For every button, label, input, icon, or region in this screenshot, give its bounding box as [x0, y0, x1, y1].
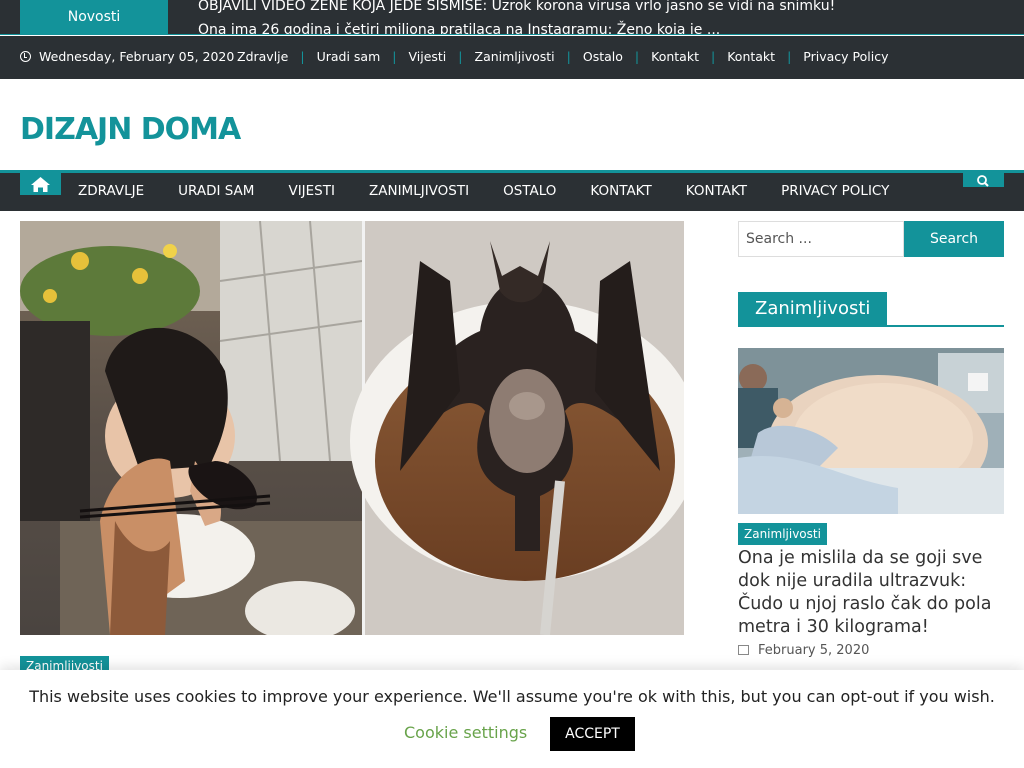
featured-post-image[interactable]: [20, 221, 684, 635]
nav-item-vijesti[interactable]: VIJESTI: [288, 183, 335, 199]
clock-icon: [20, 51, 31, 62]
current-date: Wednesday, February 05, 2020: [20, 49, 234, 64]
sidebar-post-date-text: February 5, 2020: [758, 643, 870, 658]
top-nav-vijesti[interactable]: Vijesti: [408, 49, 446, 64]
top-nav-kontakt-2[interactable]: Kontakt: [727, 49, 775, 64]
nav-search-button[interactable]: [963, 173, 1004, 187]
cookie-settings-link[interactable]: Cookie settings: [404, 723, 527, 742]
nav-item-zanimljivosti[interactable]: ZANIMLJIVOSTI: [369, 183, 469, 199]
sidebar-post-image[interactable]: [738, 348, 1004, 514]
top-nav-ostalo[interactable]: Ostalo: [583, 49, 623, 64]
ticker-headline-1[interactable]: OBJAVILI VIDEO ŽENE KOJA JEDE SISMISE: U…: [198, 0, 835, 14]
top-nav-zanimljivosti[interactable]: Zanimljivosti: [475, 49, 555, 64]
site-title[interactable]: DIZAJN DOMA: [20, 112, 241, 147]
nav-item-kontakt[interactable]: KONTAKT: [590, 183, 651, 199]
cookie-accept-button[interactable]: ACCEPT: [550, 717, 635, 751]
top-bar: Wednesday, February 05, 2020 Zdravlje | U…: [0, 36, 1024, 79]
sidebar-post-title[interactable]: Ona je mislila da se goji sve dok nije u…: [738, 547, 1004, 639]
top-nav-separator: |: [458, 49, 463, 64]
home-button[interactable]: [20, 173, 61, 195]
main-nav-items: ZDRAVLJE URADI SAM VIJESTI ZANIMLJIVOSTI…: [78, 183, 923, 199]
top-nav-separator: |: [566, 49, 571, 64]
sidebar-post-date: February 5, 2020: [738, 643, 869, 658]
top-nav-kontakt[interactable]: Kontakt: [651, 49, 699, 64]
nav-item-privacy-policy[interactable]: PRIVACY POLICY: [781, 183, 889, 199]
cookie-message: This website uses cookies to improve you…: [29, 687, 995, 706]
top-nav: Zdravlje | Uradi sam | Vijesti | Zanimljivo…: [237, 49, 888, 64]
search-input[interactable]: [738, 221, 904, 257]
ticker-divider: [0, 34, 1024, 35]
top-nav-privacy-policy[interactable]: Privacy Policy: [803, 49, 888, 64]
main-nav: ZDRAVLJE URADI SAM VIJESTI ZANIMLJIVOSTI…: [0, 173, 1024, 211]
cookie-banner: This website uses cookies to improve you…: [0, 670, 1024, 768]
sidebar-post-category[interactable]: Zanimljivosti: [738, 523, 827, 545]
nav-item-ostalo[interactable]: OSTALO: [503, 183, 556, 199]
nav-item-zdravlje[interactable]: ZDRAVLJE: [78, 183, 144, 199]
top-nav-uradi-sam[interactable]: Uradi sam: [317, 49, 381, 64]
widget-title: Zanimljivosti: [738, 292, 888, 326]
date-text: Wednesday, February 05, 2020: [39, 49, 235, 64]
top-nav-separator: |: [787, 49, 792, 64]
search-button[interactable]: Search: [904, 221, 1004, 257]
widget-title-underline: [738, 325, 1004, 327]
sidebar-post-photo: [738, 348, 1004, 514]
home-icon: [31, 177, 50, 192]
top-nav-zdravlje[interactable]: Zdravlje: [237, 49, 288, 64]
ticker-label: Novosti: [20, 0, 168, 35]
calendar-icon: [738, 645, 749, 655]
news-ticker: Novosti OBJAVILI VIDEO ŽENE KOJA JEDE SI…: [0, 0, 1024, 35]
top-nav-separator: |: [392, 49, 397, 64]
top-nav-separator: |: [711, 49, 716, 64]
nav-item-kontakt-2[interactable]: KONTAKT: [686, 183, 747, 199]
top-nav-separator: |: [300, 49, 305, 64]
nav-item-uradi-sam[interactable]: URADI SAM: [178, 183, 254, 199]
featured-photo: [20, 221, 684, 635]
top-nav-separator: |: [634, 49, 640, 64]
search-icon: [977, 175, 989, 187]
